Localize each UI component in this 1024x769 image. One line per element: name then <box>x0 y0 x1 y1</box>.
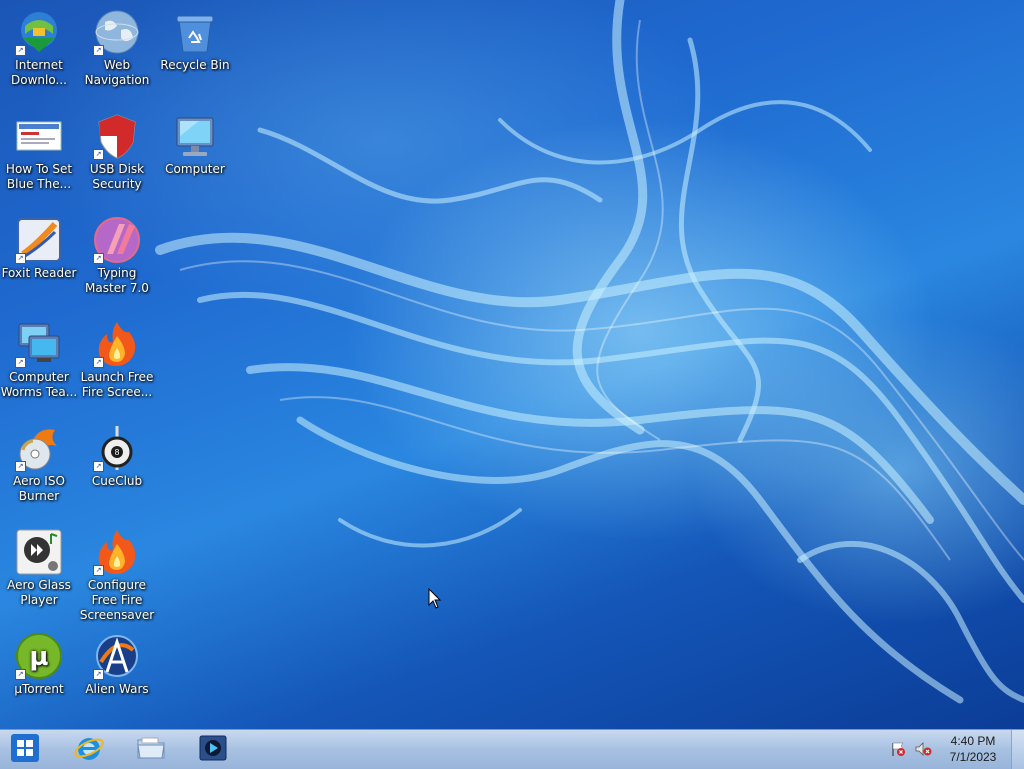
recycle-bin-icon <box>171 8 219 56</box>
desktop-icon-alien-wars[interactable]: ↗ Alien Wars <box>78 628 156 697</box>
windows-logo-icon <box>9 732 41 768</box>
desktop[interactable]: ↗ Internet Downlo... How To Set Blue The… <box>0 0 1024 729</box>
desktop-icon-foxit-reader[interactable]: ↗ Foxit Reader <box>0 212 78 281</box>
cue-ball-icon: 8 ↗ <box>93 424 141 472</box>
document-thumbnail-icon <box>15 112 63 160</box>
svg-text:8: 8 <box>114 448 119 457</box>
icon-label: Aero ISO Burner <box>13 474 65 503</box>
desktop-icon-computer-worms-team[interactable]: ↗ Computer Worms Tea... <box>0 316 78 400</box>
computer-icon <box>171 112 219 160</box>
show-desktop-button[interactable] <box>1011 730 1024 769</box>
icon-label: Web Navigation <box>84 58 150 87</box>
desktop-icon-recycle-bin[interactable]: Recycle Bin <box>156 4 234 73</box>
desktop-icon-launch-free-fire-screensaver[interactable]: ↗ Launch Free Fire Scree... <box>78 316 156 400</box>
shield-icon: ↗ <box>93 112 141 160</box>
svg-text:µ: µ <box>29 642 48 672</box>
desktop-icon-computer[interactable]: Computer <box>156 108 234 177</box>
taskbar-windows-explorer[interactable] <box>128 733 174 766</box>
desktop-icon-usb-disk-security[interactable]: ↗ USB Disk Security <box>78 108 156 192</box>
internet-download-manager-icon: ↗ <box>15 8 63 56</box>
flag-alert-icon[interactable] <box>890 741 906 761</box>
icon-label: Launch Free Fire Scree... <box>80 370 154 399</box>
media-player-gadget-icon <box>15 528 63 576</box>
desktop-icon-how-to-set-blue-theme[interactable]: How To Set Blue The... <box>0 108 78 192</box>
globe-icon: ↗ <box>93 8 141 56</box>
desktop-icon-cueclub[interactable]: 8 ↗ CueClub <box>78 420 156 489</box>
desktop-icon-utorrent[interactable]: µ ↗ µTorrent <box>0 628 78 697</box>
icon-label: Aero Glass Player <box>7 578 71 607</box>
icon-label: Recycle Bin <box>160 58 230 72</box>
foxit-reader-icon: ↗ <box>15 216 63 264</box>
icon-label: Typing Master 7.0 <box>85 266 149 295</box>
taskbar[interactable]: 4:40 PM 7/1/2023 <box>0 729 1024 769</box>
desktop-icon-typing-master[interactable]: ↗ Typing Master 7.0 <box>78 212 156 296</box>
folder-icon <box>135 732 167 768</box>
speaker-muted-icon[interactable] <box>914 741 932 761</box>
desktop-icon-web-navigation[interactable]: ↗ Web Navigation <box>78 4 156 88</box>
icon-label: Configure Free Fire Screensaver <box>79 578 155 622</box>
typing-master-icon: ↗ <box>93 216 141 264</box>
computers-icon: ↗ <box>15 320 63 368</box>
icon-label: Computer Worms Tea... <box>0 370 78 399</box>
clock-time: 4:40 PM <box>950 734 996 748</box>
fire-icon: ↗ <box>93 320 141 368</box>
icon-label: Computer <box>165 162 225 176</box>
desktop-icon-internet-download-manager[interactable]: ↗ Internet Downlo... <box>0 4 78 88</box>
disc-flame-icon: ↗ <box>15 424 63 472</box>
desktop-icon-aero-glass-player[interactable]: Aero Glass Player <box>0 524 78 608</box>
icon-label: Internet Downlo... <box>11 58 67 87</box>
mouse-cursor <box>428 588 442 609</box>
icon-label: Foxit Reader <box>1 266 77 280</box>
icon-label: How To Set Blue The... <box>5 162 73 191</box>
desktop-icon-configure-free-fire-screensaver[interactable]: ↗ Configure Free Fire Screensaver <box>78 524 156 623</box>
icon-label: CueClub <box>91 474 143 488</box>
start-button[interactable] <box>2 733 48 766</box>
system-clock[interactable]: 4:40 PM 7/1/2023 <box>940 733 1006 765</box>
media-player-icon <box>197 732 229 768</box>
fire-icon: ↗ <box>93 528 141 576</box>
taskbar-internet-explorer[interactable] <box>66 733 112 766</box>
taskbar-media-player[interactable] <box>190 733 236 766</box>
icon-label: µTorrent <box>14 682 64 696</box>
alien-wars-icon: ↗ <box>93 632 141 680</box>
utorrent-icon: µ ↗ <box>15 632 63 680</box>
clock-date: 7/1/2023 <box>949 750 997 764</box>
icon-label: Alien Wars <box>85 682 149 696</box>
icon-label: USB Disk Security <box>89 162 145 191</box>
internet-explorer-icon <box>73 732 105 768</box>
desktop-icon-aero-iso-burner[interactable]: ↗ Aero ISO Burner <box>0 420 78 504</box>
